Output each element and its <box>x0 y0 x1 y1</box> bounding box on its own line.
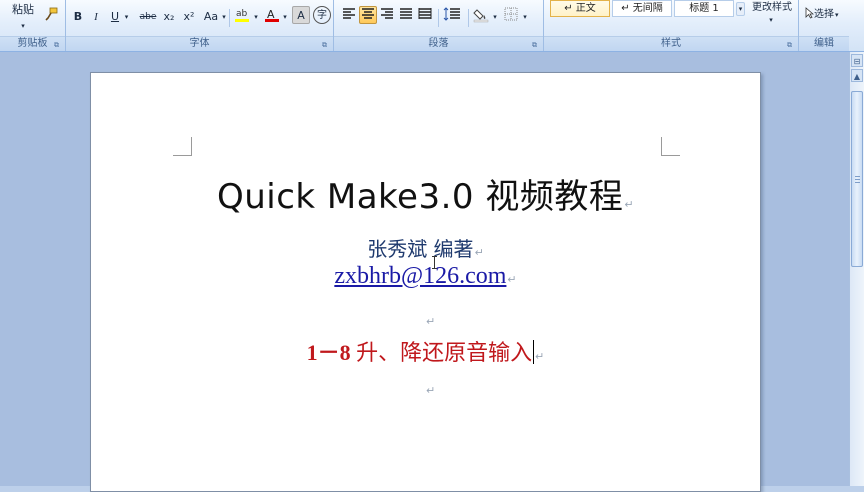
borders-button[interactable] <box>501 6 521 24</box>
superscript-button[interactable]: x² <box>180 7 198 25</box>
highlight-dropdown-icon[interactable]: ▾ <box>252 7 260 25</box>
underline-dropdown-icon[interactable]: ▾ <box>122 7 131 25</box>
paragraph-separator-1 <box>438 9 439 27</box>
select-label: 选择 <box>814 9 834 20</box>
styles-group-label: 样式 <box>544 36 798 51</box>
font-color-button[interactable]: A <box>263 6 281 24</box>
style-normal[interactable]: ↵ 正文 <box>550 0 610 17</box>
line-spacing-icon <box>443 7 460 21</box>
italic-button[interactable]: I <box>89 7 103 25</box>
editing-group: 选择▾ 编辑 <box>799 0 849 51</box>
format-painter-button[interactable] <box>42 4 60 22</box>
font-color-icon: A <box>265 8 279 22</box>
style-heading-1[interactable]: 标题 1 <box>674 0 734 17</box>
editing-group-label: 编辑 <box>799 36 849 51</box>
style-no-spacing[interactable]: ↵ 无间隔 <box>612 0 672 17</box>
paragraph-mark: ↵ <box>474 246 484 259</box>
enclose-characters-button[interactable]: 字 <box>313 6 331 24</box>
empty-paragraph-mark: ↵ <box>426 384 436 397</box>
character-shading-button[interactable]: A <box>292 6 310 24</box>
shading-icon <box>473 9 489 23</box>
font-group: B I U ▾ abe x₂ x² Aa ▾ ab ▾ A ▾ A 字 字体 ⧉ <box>66 0 334 51</box>
email-line[interactable]: zxbhrb@126.com↵ <box>91 263 760 290</box>
svg-text:ab: ab <box>236 9 248 19</box>
subscript-button[interactable]: x₂ <box>160 7 178 25</box>
paragraph-separator-2 <box>468 9 469 27</box>
format-painter-icon <box>45 7 58 21</box>
styles-launcher-icon[interactable]: ⧉ <box>787 41 795 49</box>
scroll-thumb-grip <box>855 179 860 180</box>
strikethrough-button[interactable]: abe <box>138 7 158 25</box>
author-line[interactable]: 张秀斌 编著↵ <box>91 233 760 262</box>
font-launcher-icon[interactable]: ⧉ <box>322 41 330 49</box>
underline-button[interactable]: U <box>108 7 122 25</box>
distributed-button[interactable] <box>416 6 434 24</box>
align-left-button[interactable] <box>340 6 358 24</box>
text-caret <box>533 340 535 364</box>
justify-icon <box>400 8 412 19</box>
margin-mark-top-left <box>173 137 192 156</box>
paragraph-mark: ↵ <box>624 198 635 211</box>
clipboard-group: 粘贴 ▾ 剪贴板 ⧉ <box>0 0 66 51</box>
select-button[interactable]: 选择▾ <box>803 5 847 23</box>
change-case-dropdown-icon[interactable]: ▾ <box>220 7 228 25</box>
scroll-up-icon[interactable]: ▲ <box>851 69 863 82</box>
paste-dropdown-icon[interactable]: ▾ <box>18 16 28 34</box>
lesson-line[interactable]: 1－8 升、降还原音输入 ↵ <box>91 335 760 367</box>
font-separator <box>229 9 230 27</box>
margin-mark-top-right <box>661 137 680 156</box>
ribbon: 粘贴 ▾ 剪贴板 ⧉ B I U ▾ abe x₂ x² Aa ▾ ab ▾ A… <box>0 0 864 52</box>
paragraph-launcher-icon[interactable]: ⧉ <box>532 41 540 49</box>
ruler-toggle-icon[interactable]: ⊟ <box>851 54 863 67</box>
vertical-scrollbar[interactable]: ⊟ ▲ <box>849 52 864 486</box>
author-text: 张秀斌 编著 <box>367 237 474 261</box>
borders-icon <box>504 7 518 21</box>
highlight-button[interactable]: ab <box>232 6 252 24</box>
clipboard-launcher-icon[interactable]: ⧉ <box>54 41 62 49</box>
scroll-thumb-grip <box>855 176 860 177</box>
align-right-button[interactable] <box>378 6 396 24</box>
bold-button[interactable]: B <box>71 7 85 25</box>
highlight-icon: ab <box>235 9 249 22</box>
paragraph-group: ▾ ▾ 段落 ⧉ <box>334 0 544 51</box>
font-group-label: 字体 <box>66 36 333 51</box>
select-dropdown-icon: ▾ <box>835 11 839 19</box>
align-left-icon <box>343 8 355 19</box>
borders-dropdown-icon[interactable]: ▾ <box>521 7 529 25</box>
change-case-button[interactable]: Aa <box>200 7 222 25</box>
styles-more-icon[interactable]: ▾ <box>736 2 745 16</box>
distributed-icon <box>418 8 432 19</box>
paragraph-mark: ↵ <box>507 274 517 286</box>
align-center-button[interactable] <box>359 6 377 24</box>
line-spacing-button[interactable] <box>441 6 463 24</box>
select-arrow-icon <box>805 7 815 19</box>
justify-button[interactable] <box>397 6 415 24</box>
styles-group: ↵ 正文 ↵ 无间隔 标题 1 ▾ 更改样式 ▾ 样式 ⧉ <box>544 0 799 51</box>
document-page[interactable]: Quick Make3.0 视频教程↵ 张秀斌 编著↵ zxbhrb@126.c… <box>90 72 761 492</box>
scroll-thumb-grip <box>855 182 860 183</box>
align-right-icon <box>381 8 393 19</box>
change-styles-dropdown-icon[interactable]: ▾ <box>766 14 776 24</box>
lesson-title: 升、降还原音输入 <box>356 340 533 365</box>
shading-button[interactable] <box>471 6 491 24</box>
email-link[interactable]: zxbhrb@126.com <box>334 263 506 289</box>
scroll-thumb[interactable] <box>851 91 863 267</box>
empty-paragraph-mark: ↵ <box>426 315 436 328</box>
align-center-icon <box>362 8 374 19</box>
document-title-text: Quick Make3.0 视频教程 <box>216 177 624 217</box>
paragraph-mark: ↵ <box>535 351 545 363</box>
document-title[interactable]: Quick Make3.0 视频教程↵ <box>91 169 760 218</box>
paragraph-group-label: 段落 <box>334 36 543 51</box>
font-color-dropdown-icon[interactable]: ▾ <box>281 7 289 25</box>
shading-dropdown-icon[interactable]: ▾ <box>491 7 499 25</box>
lesson-number: 1－8 <box>306 340 351 365</box>
